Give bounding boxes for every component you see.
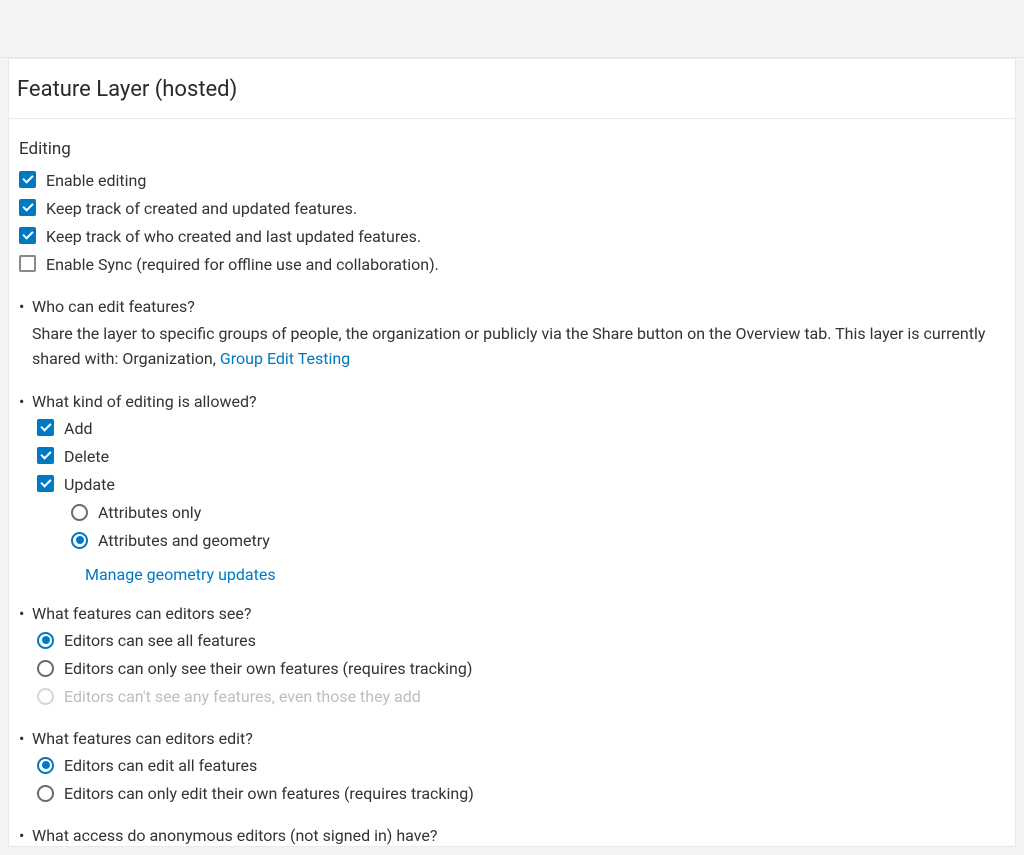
panel-content: Editing Enable editing Keep track of cre… <box>9 119 1015 847</box>
attributes-and-geometry-label: Attributes and geometry <box>98 529 270 553</box>
attributes-only-radio[interactable] <box>71 504 88 521</box>
track-who-checkbox[interactable] <box>19 227 36 244</box>
can-edit-question: • What features can editors edit? <box>19 729 1005 748</box>
settings-panel: Feature Layer (hosted) Editing Enable ed… <box>8 58 1016 847</box>
edit-all-features-radio[interactable] <box>37 757 54 774</box>
enable-editing-label: Enable editing <box>46 169 146 193</box>
manage-geometry-updates-link[interactable]: Manage geometry updates <box>85 565 276 584</box>
can-see-question: • What features can editors see? <box>19 604 1005 623</box>
anon-question-text: What access do anonymous editors (not si… <box>32 826 437 845</box>
see-no-features-radio <box>37 688 54 705</box>
can-see-question-text: What features can editors see? <box>32 604 251 623</box>
add-label: Add <box>64 417 92 441</box>
can-edit-question-text: What features can editors edit? <box>32 729 253 748</box>
bullet-icon: • <box>19 828 27 844</box>
who-can-edit-question: • Who can edit features? <box>19 297 1005 316</box>
who-can-edit-text: Share the layer to specific groups of pe… <box>32 322 1005 372</box>
can-edit-group: • What features can editors edit? Editor… <box>19 729 1005 806</box>
edit-all-features-label: Editors can edit all features <box>64 754 257 778</box>
update-label: Update <box>64 473 115 497</box>
kind-editing-question-text: What kind of editing is allowed? <box>32 392 257 411</box>
who-can-edit-group: • Who can edit features? Share the layer… <box>19 297 1005 372</box>
track-created-updated-label: Keep track of created and updated featur… <box>46 197 357 221</box>
can-see-group: • What features can editors see? Editors… <box>19 604 1005 709</box>
bullet-icon: • <box>19 394 27 410</box>
delete-checkbox[interactable] <box>37 447 54 464</box>
enable-sync-label: Enable Sync (required for offline use an… <box>46 253 439 277</box>
kind-editing-group: • What kind of editing is allowed? Add D… <box>19 392 1005 584</box>
edit-own-features-radio[interactable] <box>37 785 54 802</box>
track-created-updated-checkbox[interactable] <box>19 199 36 216</box>
who-can-edit-paragraph: Share the layer to specific groups of pe… <box>32 324 985 368</box>
enable-editing-checkbox[interactable] <box>19 171 36 188</box>
track-who-label: Keep track of who created and last updat… <box>46 225 421 249</box>
enable-sync-checkbox[interactable] <box>19 255 36 272</box>
page-title: Feature Layer (hosted) <box>9 59 1015 119</box>
who-can-edit-question-text: Who can edit features? <box>32 297 195 316</box>
see-own-features-label: Editors can only see their own features … <box>64 657 472 681</box>
see-no-features-label: Editors can't see any features, even tho… <box>64 685 421 709</box>
attributes-only-label: Attributes only <box>98 501 201 525</box>
add-checkbox[interactable] <box>37 419 54 436</box>
see-all-features-radio[interactable] <box>37 632 54 649</box>
delete-label: Delete <box>64 445 109 469</box>
kind-editing-question: • What kind of editing is allowed? <box>19 392 1005 411</box>
update-checkbox[interactable] <box>37 475 54 492</box>
anon-group: • What access do anonymous editors (not … <box>19 826 1005 847</box>
see-all-features-label: Editors can see all features <box>64 629 256 653</box>
top-banner <box>0 0 1024 58</box>
editing-section-title: Editing <box>19 139 1005 159</box>
see-own-features-radio[interactable] <box>37 660 54 677</box>
bullet-icon: • <box>19 299 27 315</box>
edit-own-features-label: Editors can only edit their own features… <box>64 782 474 806</box>
bullet-icon: • <box>19 731 27 747</box>
group-edit-testing-link[interactable]: Group Edit Testing <box>220 349 350 368</box>
bullet-icon: • <box>19 606 27 622</box>
attributes-and-geometry-radio[interactable] <box>71 532 88 549</box>
anon-question: • What access do anonymous editors (not … <box>19 826 1005 845</box>
